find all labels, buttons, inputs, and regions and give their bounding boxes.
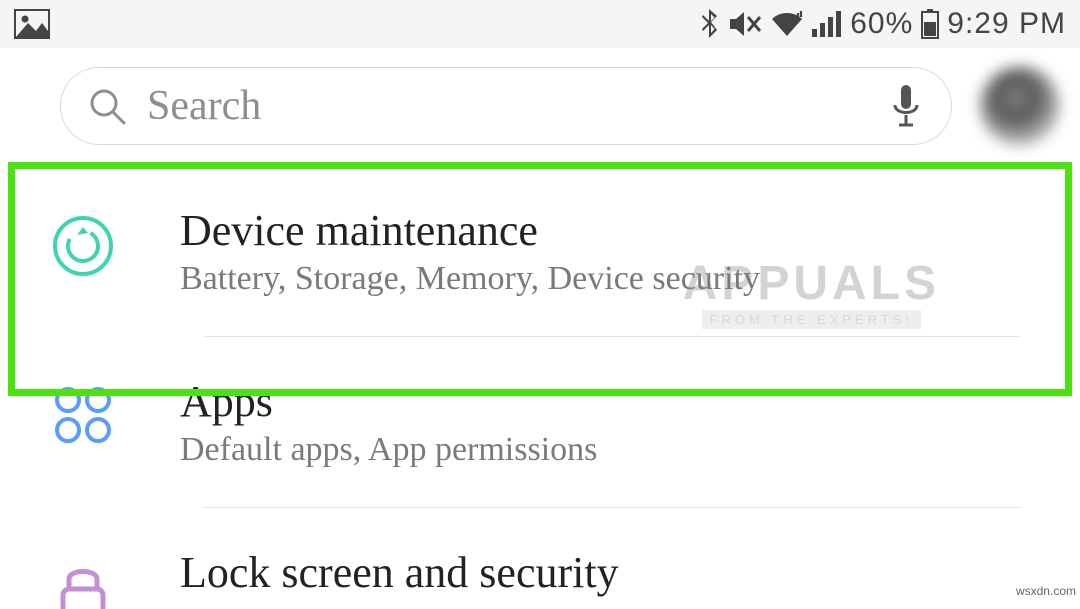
search-row: Search bbox=[0, 48, 1080, 164]
search-field[interactable]: Search bbox=[60, 67, 952, 145]
item-title: Device maintenance bbox=[180, 205, 1040, 256]
item-title: Apps bbox=[180, 376, 1040, 427]
picture-icon bbox=[14, 9, 50, 39]
apps-icon bbox=[50, 382, 116, 448]
sound-muted-icon bbox=[728, 9, 762, 39]
divider bbox=[204, 336, 1020, 337]
wifi-icon bbox=[770, 11, 804, 37]
divider bbox=[204, 507, 1020, 508]
item-subtitle: Battery, Storage, Memory, Device securit… bbox=[180, 260, 1040, 298]
bluetooth-icon bbox=[700, 8, 720, 40]
settings-item-lock-screen[interactable]: Lock screen and security bbox=[46, 507, 1040, 609]
lock-icon bbox=[55, 553, 111, 609]
device-maintenance-icon bbox=[48, 211, 118, 281]
battery-percent: 60% bbox=[850, 7, 913, 41]
status-right: 60% 9:29 PM bbox=[700, 7, 1066, 41]
settings-item-apps[interactable]: Apps Default apps, App permissions bbox=[46, 336, 1040, 507]
profile-avatar[interactable] bbox=[980, 66, 1060, 146]
item-title: Lock screen and security bbox=[180, 547, 1040, 598]
settings-item-device-maintenance[interactable]: Device maintenance Battery, Storage, Mem… bbox=[46, 165, 1040, 336]
battery-icon bbox=[921, 9, 939, 39]
search-icon bbox=[87, 86, 127, 126]
status-bar: 60% 9:29 PM bbox=[0, 0, 1080, 48]
settings-list: Device maintenance Battery, Storage, Mem… bbox=[0, 164, 1080, 609]
source-tag: wsxdn.com bbox=[1016, 584, 1076, 598]
status-left bbox=[14, 9, 50, 39]
microphone-icon[interactable] bbox=[891, 83, 921, 129]
search-placeholder: Search bbox=[147, 82, 871, 130]
clock-time: 9:29 PM bbox=[947, 7, 1066, 41]
cellular-signal-icon bbox=[812, 11, 842, 37]
item-subtitle: Default apps, App permissions bbox=[180, 431, 1040, 469]
